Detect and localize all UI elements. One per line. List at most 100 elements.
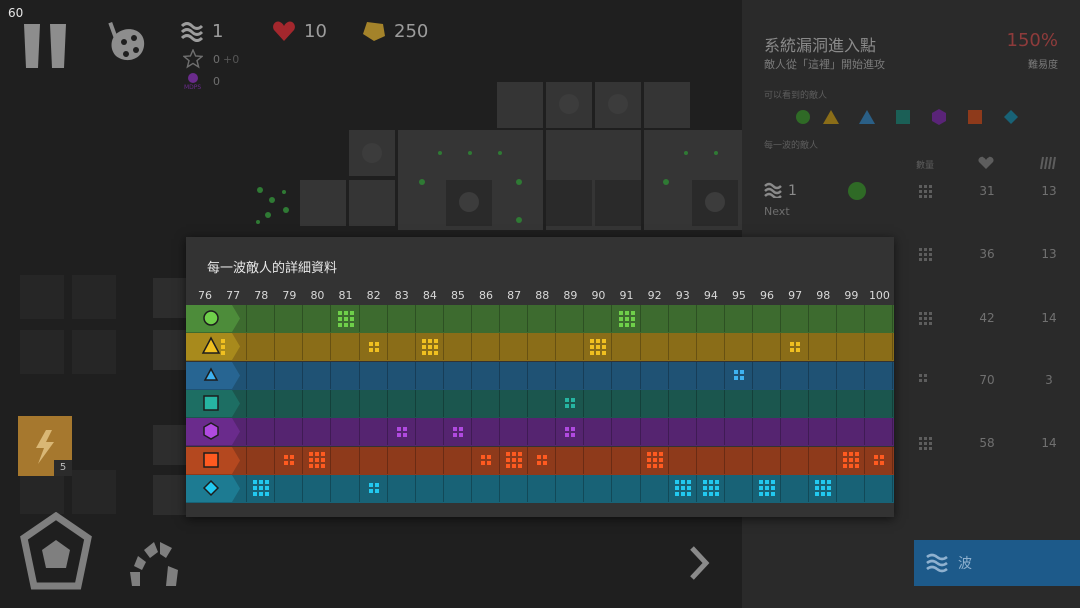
wave-counter: 1 [180,20,223,42]
wave-number-header: 96 [760,289,775,302]
wave-cell [247,389,276,417]
wave-cell [500,361,529,389]
wave-cell [613,446,641,474]
enemy-unit-dot [343,316,348,321]
enemy-unit-dot [702,492,707,497]
speed-gauge-icon[interactable] [126,536,180,590]
wave-number-header: 85 [450,289,465,302]
wave-cell [584,474,613,502]
enemy-row-header [186,333,240,361]
wave-cell [669,389,697,417]
enemy-unit-dot [765,486,770,491]
enemy-unit-dot [337,322,342,327]
tower-build-icon[interactable] [20,512,92,592]
next-wave-icon [764,182,782,198]
wave-cell [303,333,332,361]
enemy-unit-dot [259,486,264,491]
difficulty-label: 難易度 [1028,60,1058,71]
chevron-right-icon[interactable] [688,546,710,580]
ability-count: 5 [54,460,72,476]
enemy-unit-dot [843,458,848,462]
enemy-count-dots [452,426,463,437]
enemy-count-dots [421,338,438,355]
enemy-count-dots [618,310,635,327]
enemy-unit-dot [337,316,342,321]
lightning-ability-card[interactable]: 5 [18,416,72,476]
wave-cell [500,305,529,332]
mdps-label: MDPS [184,84,202,91]
enemy-unit-dot [565,398,570,403]
enemy-count-dots [368,483,379,494]
wave-cell [556,361,585,389]
enemy-unit-dot [630,310,635,315]
wave-cell [360,361,388,389]
enemy-unit-dot [290,455,295,459]
wave-cell [247,333,276,361]
paint-palette-icon[interactable] [106,20,150,68]
enemy-unit-dot [565,404,570,409]
stars-value: 0 [213,53,220,66]
wave-cell [865,389,894,417]
wave-details-dialog[interactable]: 每一波敵人的詳細資料 76 77 78 79 80 81 82 83 84 85 86 87 88 89 9… [186,237,894,517]
enemy-unit-dot [506,464,511,468]
enemy-unit-dot [739,370,744,375]
wave-cell [332,389,360,417]
enemy-speed-value: 3 [1045,373,1053,387]
enemy-unit-dot [253,486,258,491]
wave-cell [275,361,304,389]
enemy-unit-dot [827,480,832,485]
enemy-row-header [186,446,240,474]
wave-cell [528,474,557,502]
enemy-type-icons [796,109,1018,125]
wave-number-header: 99 [844,289,859,302]
wave-cell [500,474,529,502]
enemy-row-header [186,361,240,389]
mdps-value: 0 [213,75,220,88]
enemy-unit-dot [702,486,707,491]
enemy-count-dots [221,338,226,355]
enemy-unit-dot [602,344,607,349]
wave-cell [388,446,416,474]
wave-icon [180,22,204,42]
circle-enemy-icon [203,310,219,326]
wave-cell [528,418,557,446]
wave-cell [332,474,360,502]
difficulty-percent: 150% [1006,30,1058,51]
wave-number-header: 90 [591,289,606,302]
enemy-unit-dot [771,480,776,485]
enemy-unit-dot [452,426,457,431]
wave-cell [472,361,501,389]
wave-number-header: 91 [619,289,634,302]
enemy-unit-dot [821,480,826,485]
wave-cell [641,361,669,389]
enemy-count-dots [590,338,607,355]
health-column-icon [978,156,994,169]
enemy-unit-dot [686,486,691,491]
pause-icon[interactable] [22,22,70,70]
wave-cell [781,474,810,502]
enemy-row [186,361,894,390]
wave-cell [697,389,725,417]
wave-number-header: 81 [338,289,353,302]
enemy-unit-dot [349,316,354,321]
enemy-unit-dot [481,455,486,459]
enemy-count-dots [843,452,860,468]
wave-cell [641,333,669,361]
enemy-unit-dot [652,458,657,462]
enemy-count-dots [396,426,407,437]
wave-cell [809,361,838,389]
enemy-unit-dot [874,461,879,465]
wave-cell [472,333,501,361]
enemy-unit-dot [880,455,885,459]
enemy-unit-dot [537,455,542,459]
enemy-health-value: 42 [979,311,995,325]
start-wave-button[interactable]: 波 [914,540,1080,586]
enemy-unit-dot [849,452,854,456]
enemy-unit-dot [646,464,651,468]
wave-number-header: 87 [507,289,522,302]
enemy-unit-dot [790,341,795,346]
enemy-unit-dot [630,316,635,321]
wave-cell [865,333,894,361]
enemy-unit-dot [518,458,523,462]
enemy-speed-value: 14 [1041,436,1057,450]
